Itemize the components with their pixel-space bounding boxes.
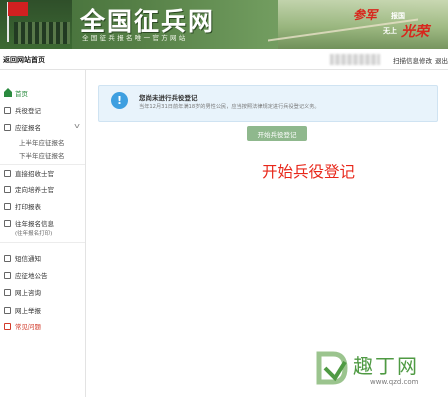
notice-text: 当年12月31日前年满18岁的男性公民，应当按照法律规定进行兵役登记义务。	[139, 104, 320, 110]
top-nav-bar: 返回网站首页 扫描信息修改 退出	[0, 49, 448, 70]
slogan-part-1: 参军	[353, 8, 378, 22]
consult-icon	[4, 288, 11, 296]
form-icon	[4, 106, 11, 114]
sidebar-item-label: 网上举报	[15, 307, 41, 315]
sidebar-subitem-first-half[interactable]: 上半年应征报名	[19, 137, 65, 147]
sidebar-item-announcement[interactable]: 应征地公告	[0, 269, 85, 281]
sidebar-item-label: 打印报表	[15, 203, 41, 211]
site-subtitle: 全国征兵报名唯一官方网站	[82, 34, 188, 42]
soldiers-image	[0, 0, 72, 49]
logout-link[interactable]: 退出	[435, 55, 448, 65]
sidebar-item-direct-nco[interactable]: 直接招收士官	[0, 167, 85, 179]
sidebar-item-report[interactable]: 网上举报	[0, 304, 85, 316]
sidebar-item-faq[interactable]: 常见问题	[0, 320, 85, 332]
sidebar-item-label: 直接招收士官	[15, 170, 54, 178]
faq-icon	[4, 322, 11, 330]
slogan-part-4: 光荣	[401, 24, 429, 40]
message-icon	[4, 254, 11, 262]
notice-title: 您尚未进行兵役登记	[139, 94, 198, 102]
start-registration-caption: 开始兵役登记	[262, 163, 356, 181]
slogan-part-3: 无上	[383, 27, 397, 35]
sidebar-item-label: 定向培养士官	[15, 186, 54, 194]
print-icon	[4, 202, 11, 210]
home-icon	[4, 88, 12, 97]
edit-info-link[interactable]: 扫描信息修改	[393, 55, 432, 65]
form-icon	[4, 123, 11, 131]
sidebar-item-enlistment[interactable]: 应征报名 v	[0, 121, 85, 133]
chevron-down-icon: v	[74, 122, 80, 130]
sidebar-item-label: 应征报名	[15, 124, 41, 132]
sidebar-item-label: 应征地公告	[15, 272, 48, 280]
sidebar-item-label: 常见问题	[15, 323, 41, 331]
form-icon	[4, 185, 11, 193]
start-registration-button[interactable]: 开始兵役登记	[247, 126, 307, 141]
flag-icon	[8, 2, 28, 16]
sidebar-item-directed-nco[interactable]: 定向培养士官	[0, 183, 85, 195]
registration-notice: ! 您尚未进行兵役登记 当年12月31日前年满18岁的男性公民，应当按照法律规定…	[98, 85, 438, 122]
watermark-url: www.qzd.com	[370, 378, 419, 386]
history-note: (往年报名打印)	[15, 231, 53, 237]
watermark-logo	[316, 351, 348, 385]
report-icon	[4, 306, 11, 314]
sidebar-item-history[interactable]: 往年报名信息	[0, 217, 85, 229]
slogan: 参军 报国 无上 光荣	[353, 4, 443, 44]
sidebar-item-sms[interactable]: 短信通知	[0, 252, 85, 264]
divider	[0, 164, 85, 165]
slogan-part-2: 报国	[391, 12, 405, 20]
info-icon: !	[111, 92, 128, 109]
notice-icon	[4, 271, 11, 279]
sidebar-item-label: 短信通知	[15, 255, 41, 263]
sidebar: 首页 兵役登记 应征报名 v 上半年应征报名 下半年应征报名 直接招收士官 定向…	[0, 70, 86, 397]
troops-image	[14, 22, 70, 44]
form-icon	[4, 169, 11, 177]
sidebar-item-label: 首页	[15, 90, 28, 98]
history-icon	[4, 219, 11, 227]
username-blurred	[330, 54, 380, 65]
sidebar-item-consult[interactable]: 网上咨询	[0, 286, 85, 298]
back-home-link[interactable]: 返回网站首页	[3, 55, 45, 65]
sidebar-item-print-report[interactable]: 打印报表	[0, 200, 85, 212]
sidebar-item-military-registration[interactable]: 兵役登记	[0, 104, 85, 116]
watermark-name: 趣丁网	[353, 354, 419, 378]
sidebar-item-label: 兵役登记	[15, 107, 41, 115]
header-banner: 全国征兵网 全国征兵报名唯一官方网站 参军 报国 无上 光荣	[0, 0, 448, 49]
sidebar-item-label: 往年报名信息	[15, 220, 54, 228]
sidebar-item-label: 网上咨询	[15, 289, 41, 297]
sidebar-subitem-second-half[interactable]: 下半年应征报名	[19, 150, 65, 160]
sidebar-item-home[interactable]: 首页	[0, 87, 85, 99]
divider	[0, 242, 85, 243]
